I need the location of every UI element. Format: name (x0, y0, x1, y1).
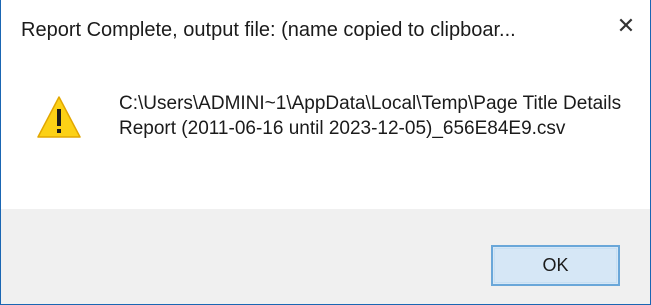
ok-button[interactable]: OK (491, 245, 620, 286)
dialog-content: C:\Users\ADMINI~1\AppData\Local\Temp\Pag… (1, 64, 650, 209)
button-bar: OK (1, 209, 650, 304)
focus-ring (494, 248, 617, 283)
title-bar[interactable]: Report Complete, output file: (name copi… (1, 0, 650, 64)
dialog-title: Report Complete, output file: (name copi… (21, 19, 516, 41)
close-icon: ✕ (616, 13, 636, 38)
warning-icon (37, 96, 81, 138)
close-button[interactable]: ✕ (608, 8, 644, 44)
message-dialog: Report Complete, output file: (name copi… (0, 0, 651, 305)
dialog-message: C:\Users\ADMINI~1\AppData\Local\Temp\Pag… (119, 93, 622, 139)
